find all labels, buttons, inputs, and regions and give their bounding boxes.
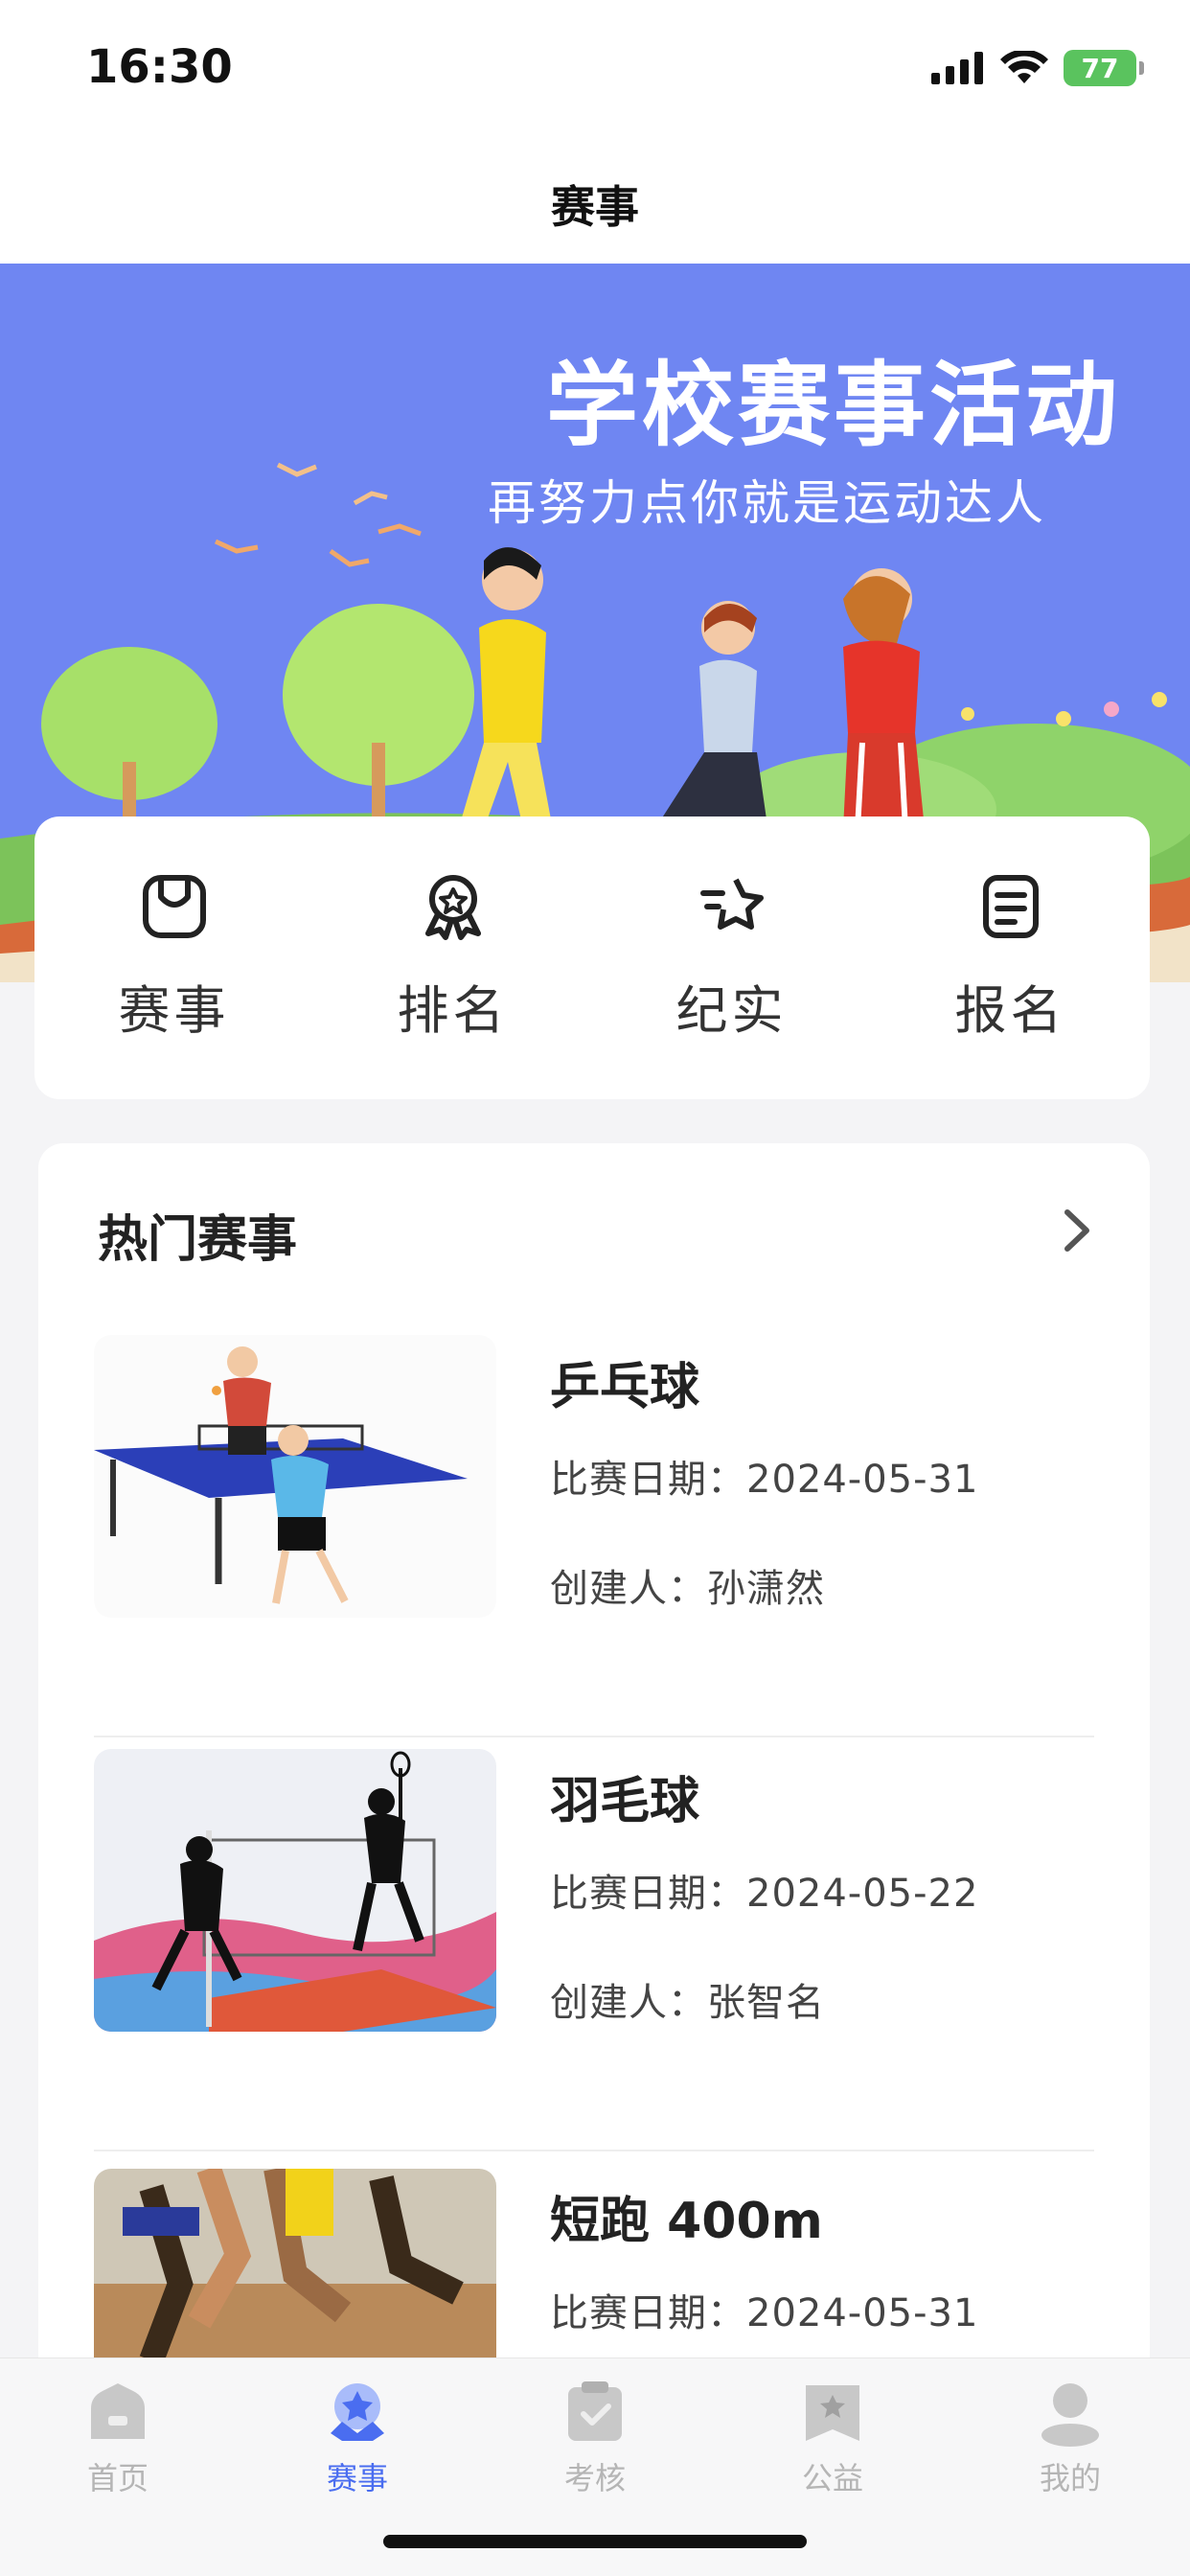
event-title: 羽毛球 [550, 1773, 700, 1830]
events-star-icon [331, 2383, 384, 2441]
bookmark-star-icon [806, 2385, 859, 2441]
status-icons: 77 [931, 50, 1144, 86]
status-time: 16:30 [86, 40, 233, 94]
sprint-image [94, 2169, 496, 2389]
quick-action-records[interactable]: 纪实 [627, 872, 837, 1044]
tab-assessment[interactable]: 考核 [518, 2378, 672, 2498]
event-date: 比赛日期：2024-05-31 [550, 1458, 979, 1502]
quick-action-label: 纪实 [675, 980, 788, 1041]
award-icon [424, 875, 481, 940]
event-item-badminton[interactable]: 羽毛球 比赛日期：2024-05-22 创建人：张智名 [94, 1749, 1094, 2151]
tab-label: 我的 [1039, 2460, 1101, 2496]
home-icon [91, 2383, 145, 2439]
quick-action-signup[interactable]: 报名 [905, 872, 1116, 1044]
event-date: 比赛日期：2024-05-31 [550, 2291, 979, 2335]
badminton-image [94, 1749, 496, 2032]
battery-level: 77 [1081, 52, 1119, 84]
event-item-table-tennis[interactable]: 乒乓球 比赛日期：2024-05-31 创建人：孙潇然 [94, 1335, 1094, 1737]
quick-action-label: 排名 [397, 980, 509, 1041]
home-indicator [383, 2535, 807, 2548]
tab-charity[interactable]: 公益 [756, 2378, 909, 2498]
event-creator: 创建人：孙潇然 [550, 1567, 825, 1611]
clipboard-check-icon [568, 2381, 622, 2441]
event-title: 乒乓球 [550, 1359, 700, 1416]
divider [94, 1736, 1094, 1737]
event-thumbnail [94, 1749, 496, 2032]
bag-icon [142, 875, 206, 938]
wifi-icon [1000, 51, 1048, 83]
event-creator: 创建人：张智名 [550, 1981, 825, 2025]
document-icon [982, 875, 1039, 938]
page-title: 赛事 [551, 180, 639, 233]
chevron-right-icon[interactable] [1058, 1207, 1096, 1254]
profile-icon [1041, 2383, 1099, 2447]
quick-action-events[interactable]: 赛事 [69, 872, 280, 1044]
banner-title: 学校赛事活动 [546, 352, 1121, 459]
quick-action-ranking[interactable]: 排名 [348, 872, 559, 1044]
tab-events[interactable]: 赛事 [281, 2378, 434, 2498]
tab-label: 考核 [563, 2460, 626, 2496]
tab-label: 赛事 [326, 2460, 388, 2496]
event-item-sprint[interactable]: 短跑 400m 比赛日期：2024-05-31 [94, 2169, 1094, 2389]
star-icon [699, 878, 764, 930]
event-thumbnail [94, 1335, 496, 1618]
section-title: 热门赛事 [98, 1211, 298, 1269]
tab-profile[interactable]: 我的 [994, 2378, 1147, 2498]
battery-indicator: 77 [1064, 50, 1144, 86]
tab-label: 公益 [801, 2460, 863, 2496]
event-title: 短跑 400m [550, 2193, 823, 2250]
signal-icon [931, 52, 983, 84]
quick-actions-card: 赛事 排名 纪实 报名 [34, 816, 1150, 1099]
event-thumbnail [94, 2169, 496, 2389]
banner-subtitle: 再努力点你就是运动达人 [488, 475, 1046, 531]
quick-action-label: 赛事 [118, 980, 230, 1041]
nav-bar: 赛事 [0, 144, 1190, 264]
event-date: 比赛日期：2024-05-22 [550, 1872, 979, 1916]
status-bar: 16:30 77 [0, 0, 1190, 144]
tab-label: 首页 [86, 2460, 149, 2496]
tab-home[interactable]: 首页 [41, 2378, 195, 2498]
divider [94, 2150, 1094, 2151]
table-tennis-image [94, 1335, 496, 1618]
hot-events-card: 热门赛事 乒乓球 比赛日期：2024-05-31 创建人：孙潇然 羽毛球 比赛日… [38, 1143, 1150, 2389]
quick-action-label: 报名 [954, 980, 1066, 1041]
